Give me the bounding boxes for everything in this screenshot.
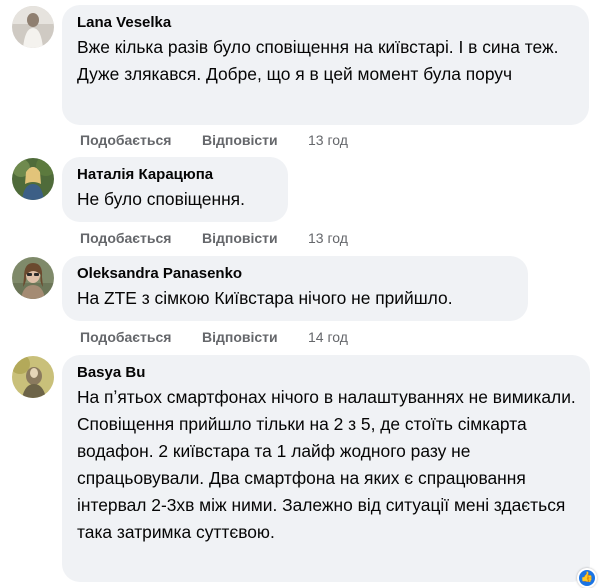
comment-author[interactable]: Наталія Карацюпа <box>77 166 274 184</box>
comment-author[interactable]: Lana Veselka <box>77 14 575 32</box>
avatar[interactable] <box>12 257 54 299</box>
comment-text: На пʼятьох смартфонах нічого в налаштува… <box>77 387 581 542</box>
avatar[interactable] <box>12 6 54 48</box>
comment-timestamp[interactable]: 14 год <box>308 328 348 346</box>
comment-timestamp[interactable]: 13 год <box>308 229 348 247</box>
reaction-badge[interactable]: 👍 <box>577 568 597 588</box>
avatar[interactable] <box>12 356 54 398</box>
comment-text: Вже кілька разів було сповіщення на київ… <box>77 37 564 84</box>
like-button[interactable]: Подобається <box>80 229 202 247</box>
comment-bubble: Oleksandra Panasenko На ZTE з сімкою Киї… <box>62 256 528 321</box>
reply-button[interactable]: Відповісти <box>202 229 308 247</box>
like-button[interactable]: Подобається <box>80 328 202 346</box>
comment-bubble: Наталія Карацюпа Не було сповіщення. <box>62 157 288 222</box>
comment-bubble: Lana Veselka Вже кілька разів було спові… <box>62 5 589 125</box>
like-icon: 👍 <box>579 570 595 586</box>
comment-actions: Подобається Відповісти 13 год <box>80 229 348 247</box>
comment-author[interactable]: Basya Bu <box>77 364 576 382</box>
reply-button[interactable]: Відповісти <box>202 131 308 149</box>
comment-text: На ZTE з сімкою Київстара нічого не прий… <box>77 288 453 308</box>
avatar[interactable] <box>12 158 54 200</box>
comment-text: Не було сповіщення. <box>77 189 245 209</box>
comment-actions: Подобається Відповісти 13 год <box>80 131 348 149</box>
reply-button[interactable]: Відповісти <box>202 328 308 346</box>
comment-actions: Подобається Відповісти 14 год <box>80 328 348 346</box>
like-button[interactable]: Подобається <box>80 131 202 149</box>
comment-author[interactable]: Oleksandra Panasenko <box>77 265 514 283</box>
comment-bubble: Basya Bu На пʼятьох смартфонах нічого в … <box>62 355 590 582</box>
comment-timestamp[interactable]: 13 год <box>308 131 348 149</box>
